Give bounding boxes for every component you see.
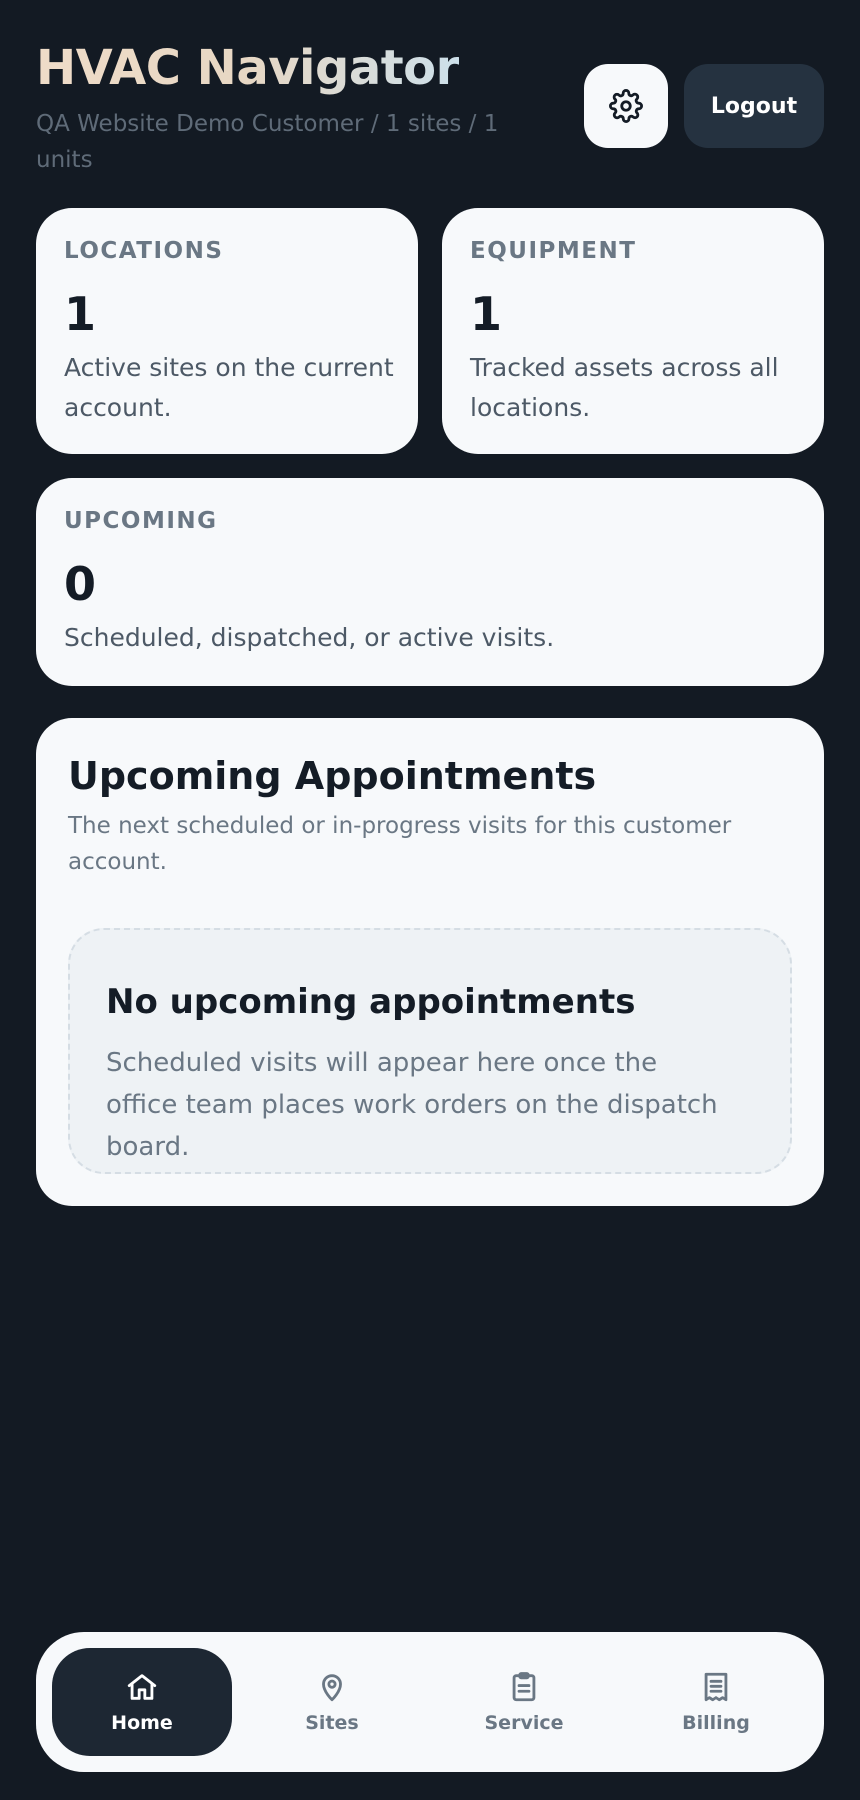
empty-state-text: Scheduled visits will appear here once t… (106, 1048, 718, 1162)
logout-button[interactable]: Logout (684, 64, 824, 148)
stat-label: UPCOMING (64, 508, 218, 534)
locations-stat-card: LOCATIONS 1 Active sites on the current … (36, 208, 418, 454)
section-title: Upcoming Appointments (68, 754, 597, 798)
nav-label: Home (111, 1712, 173, 1734)
home-icon (127, 1674, 157, 1700)
page: HVAC Navigator QA Website Demo Customer … (0, 0, 860, 1800)
nav-label: Service (484, 1712, 564, 1734)
gear-icon (609, 89, 643, 123)
stat-value: 1 (64, 287, 97, 341)
receipt-icon (704, 1672, 728, 1702)
settings-button[interactable] (584, 64, 668, 148)
app-header: HVAC Navigator QA Website Demo Customer … (36, 38, 824, 178)
account-summary: QA Website Demo Customer / 1 sites / 1 u… (36, 111, 499, 173)
clipboard-icon (512, 1672, 536, 1702)
upcoming-appointments-card: Upcoming Appointments The next scheduled… (36, 718, 824, 1206)
stat-label: LOCATIONS (64, 238, 224, 264)
map-pin-icon (322, 1674, 342, 1702)
section-subtitle: The next scheduled or in-progress visits… (68, 813, 732, 875)
stat-label: EQUIPMENT (470, 238, 637, 264)
nav-label: Sites (305, 1712, 359, 1734)
upcoming-stat-card: UPCOMING 0 Scheduled, dispatched, or act… (36, 478, 824, 686)
stat-value: 1 (470, 287, 503, 341)
stat-description: Active sites on the current account. (64, 353, 394, 422)
nav-label: Billing (682, 1712, 750, 1734)
empty-state: No upcoming appointments Scheduled visit… (68, 928, 792, 1174)
equipment-stat-card: EQUIPMENT 1 Tracked assets across all lo… (442, 208, 824, 454)
empty-state-title: No upcoming appointments (106, 982, 636, 1022)
nav-item-sites[interactable]: Sites (242, 1648, 422, 1756)
stat-description: Tracked assets across all locations. (470, 353, 779, 422)
nav-item-service[interactable]: Service (434, 1648, 614, 1756)
app-title: HVAC Navigator (36, 40, 459, 96)
bottom-navigation: Home Sites Service Billing (36, 1632, 824, 1772)
nav-item-home[interactable]: Home (52, 1648, 232, 1756)
stat-value: 0 (64, 557, 97, 611)
nav-item-billing[interactable]: Billing (626, 1648, 806, 1756)
stat-description: Scheduled, dispatched, or active visits. (64, 623, 555, 652)
